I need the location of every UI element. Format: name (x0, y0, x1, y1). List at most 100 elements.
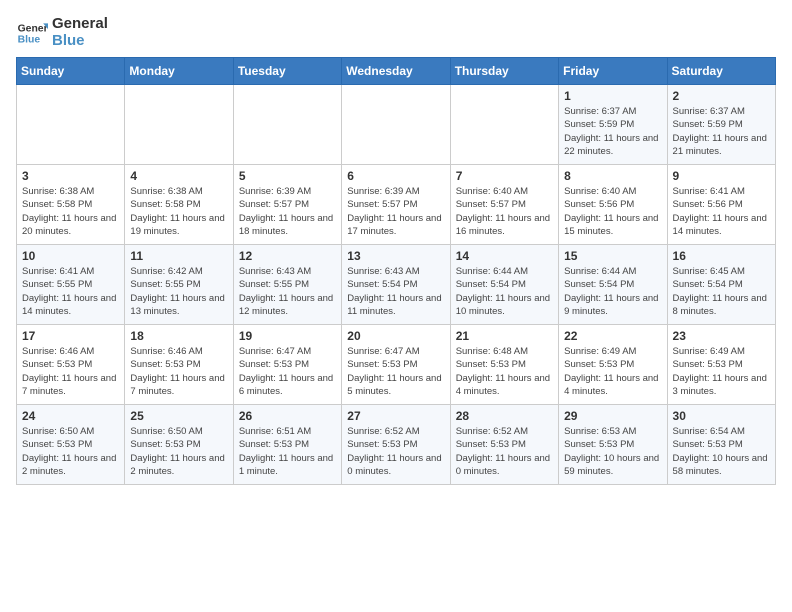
calendar-cell: 15 Sunrise: 6:44 AM Sunset: 5:54 PM Dayli… (559, 245, 667, 325)
day-number: 15 (564, 249, 661, 263)
day-info: Sunrise: 6:37 AM Sunset: 5:59 PM Dayligh… (673, 105, 770, 158)
day-number: 6 (347, 169, 444, 183)
logo-general: General (52, 16, 108, 33)
calendar-table: SundayMondayTuesdayWednesdayThursdayFrid… (16, 57, 776, 485)
calendar-cell: 25 Sunrise: 6:50 AM Sunset: 5:53 PM Dayli… (125, 405, 233, 485)
day-number: 17 (22, 329, 119, 343)
day-info: Sunrise: 6:42 AM Sunset: 5:55 PM Dayligh… (130, 265, 227, 318)
svg-text:Blue: Blue (18, 34, 41, 45)
day-info: Sunrise: 6:40 AM Sunset: 5:57 PM Dayligh… (456, 185, 553, 238)
calendar-cell: 2 Sunrise: 6:37 AM Sunset: 5:59 PM Daylig… (667, 85, 775, 165)
day-info: Sunrise: 6:51 AM Sunset: 5:53 PM Dayligh… (239, 425, 336, 478)
day-number: 23 (673, 329, 770, 343)
day-info: Sunrise: 6:37 AM Sunset: 5:59 PM Dayligh… (564, 105, 661, 158)
calendar-cell: 23 Sunrise: 6:49 AM Sunset: 5:53 PM Dayli… (667, 325, 775, 405)
day-number: 13 (347, 249, 444, 263)
day-info: Sunrise: 6:47 AM Sunset: 5:53 PM Dayligh… (239, 345, 336, 398)
day-number: 22 (564, 329, 661, 343)
calendar-cell: 29 Sunrise: 6:53 AM Sunset: 5:53 PM Dayli… (559, 405, 667, 485)
svg-text:General: General (18, 23, 48, 34)
calendar-cell: 26 Sunrise: 6:51 AM Sunset: 5:53 PM Dayli… (233, 405, 341, 485)
calendar-cell: 19 Sunrise: 6:47 AM Sunset: 5:53 PM Dayli… (233, 325, 341, 405)
day-info: Sunrise: 6:43 AM Sunset: 5:55 PM Dayligh… (239, 265, 336, 318)
calendar-cell: 20 Sunrise: 6:47 AM Sunset: 5:53 PM Dayli… (342, 325, 450, 405)
day-number: 28 (456, 409, 553, 423)
calendar-header-row: SundayMondayTuesdayWednesdayThursdayFrid… (17, 58, 776, 85)
calendar-cell: 6 Sunrise: 6:39 AM Sunset: 5:57 PM Daylig… (342, 165, 450, 245)
calendar-cell: 4Sunrise: 6:38 AM Sunset: 5:58 PM Daylig… (125, 165, 233, 245)
page-header: General Blue General Blue (16, 16, 776, 49)
day-info: Sunrise: 6:38 AM Sunset: 5:58 PM Dayligh… (22, 185, 119, 238)
calendar-cell: 27 Sunrise: 6:52 AM Sunset: 5:53 PM Dayli… (342, 405, 450, 485)
calendar-week-4: 17 Sunrise: 6:46 AM Sunset: 5:53 PM Dayli… (17, 325, 776, 405)
day-number: 27 (347, 409, 444, 423)
weekday-header-sunday: Sunday (17, 58, 125, 85)
day-info: Sunrise: 6:53 AM Sunset: 5:53 PM Dayligh… (564, 425, 661, 478)
day-number: 9 (673, 169, 770, 183)
calendar-cell (233, 85, 341, 165)
calendar-cell: 13Sunrise: 6:43 AM Sunset: 5:54 PM Dayli… (342, 245, 450, 325)
day-info: Sunrise: 6:52 AM Sunset: 5:53 PM Dayligh… (347, 425, 444, 478)
day-info: Sunrise: 6:39 AM Sunset: 5:57 PM Dayligh… (347, 185, 444, 238)
day-number: 16 (673, 249, 770, 263)
calendar-cell: 5Sunrise: 6:39 AM Sunset: 5:57 PM Daylig… (233, 165, 341, 245)
calendar-cell: 21 Sunrise: 6:48 AM Sunset: 5:53 PM Dayli… (450, 325, 558, 405)
day-number: 24 (22, 409, 119, 423)
day-number: 25 (130, 409, 227, 423)
weekday-header-wednesday: Wednesday (342, 58, 450, 85)
day-number: 14 (456, 249, 553, 263)
day-info: Sunrise: 6:46 AM Sunset: 5:53 PM Dayligh… (22, 345, 119, 398)
day-number: 29 (564, 409, 661, 423)
day-number: 19 (239, 329, 336, 343)
calendar-week-5: 24 Sunrise: 6:50 AM Sunset: 5:53 PM Dayli… (17, 405, 776, 485)
day-info: Sunrise: 6:38 AM Sunset: 5:58 PM Dayligh… (130, 185, 227, 238)
calendar-cell (17, 85, 125, 165)
day-info: Sunrise: 6:45 AM Sunset: 5:54 PM Dayligh… (673, 265, 770, 318)
day-number: 10 (22, 249, 119, 263)
weekday-header-thursday: Thursday (450, 58, 558, 85)
calendar-cell: 9 Sunrise: 6:41 AM Sunset: 5:56 PM Daylig… (667, 165, 775, 245)
day-info: Sunrise: 6:47 AM Sunset: 5:53 PM Dayligh… (347, 345, 444, 398)
calendar-cell: 3 Sunrise: 6:38 AM Sunset: 5:58 PM Daylig… (17, 165, 125, 245)
calendar-cell: 30Sunrise: 6:54 AM Sunset: 5:53 PM Dayli… (667, 405, 775, 485)
calendar-cell: 8Sunrise: 6:40 AM Sunset: 5:56 PM Daylig… (559, 165, 667, 245)
weekday-header-monday: Monday (125, 58, 233, 85)
day-number: 1 (564, 89, 661, 103)
calendar-cell: 28 Sunrise: 6:52 AM Sunset: 5:53 PM Dayli… (450, 405, 558, 485)
day-number: 18 (130, 329, 227, 343)
calendar-cell: 11 Sunrise: 6:42 AM Sunset: 5:55 PM Dayli… (125, 245, 233, 325)
calendar-week-2: 3 Sunrise: 6:38 AM Sunset: 5:58 PM Daylig… (17, 165, 776, 245)
day-info: Sunrise: 6:44 AM Sunset: 5:54 PM Dayligh… (456, 265, 553, 318)
calendar-cell: 14 Sunrise: 6:44 AM Sunset: 5:54 PM Dayli… (450, 245, 558, 325)
calendar-week-3: 10 Sunrise: 6:41 AM Sunset: 5:55 PM Dayli… (17, 245, 776, 325)
day-info: Sunrise: 6:41 AM Sunset: 5:55 PM Dayligh… (22, 265, 119, 318)
day-number: 3 (22, 169, 119, 183)
day-number: 11 (130, 249, 227, 263)
calendar-cell: 18 Sunrise: 6:46 AM Sunset: 5:53 PM Dayli… (125, 325, 233, 405)
calendar-cell (450, 85, 558, 165)
day-number: 2 (673, 89, 770, 103)
calendar-cell: 10 Sunrise: 6:41 AM Sunset: 5:55 PM Dayli… (17, 245, 125, 325)
day-info: Sunrise: 6:41 AM Sunset: 5:56 PM Dayligh… (673, 185, 770, 238)
day-info: Sunrise: 6:39 AM Sunset: 5:57 PM Dayligh… (239, 185, 336, 238)
day-info: Sunrise: 6:52 AM Sunset: 5:53 PM Dayligh… (456, 425, 553, 478)
calendar-body: 1 Sunrise: 6:37 AM Sunset: 5:59 PM Daylig… (17, 85, 776, 485)
day-number: 20 (347, 329, 444, 343)
weekday-header-saturday: Saturday (667, 58, 775, 85)
calendar-cell (125, 85, 233, 165)
day-info: Sunrise: 6:46 AM Sunset: 5:53 PM Dayligh… (130, 345, 227, 398)
day-number: 26 (239, 409, 336, 423)
day-number: 21 (456, 329, 553, 343)
day-info: Sunrise: 6:44 AM Sunset: 5:54 PM Dayligh… (564, 265, 661, 318)
calendar-cell: 1 Sunrise: 6:37 AM Sunset: 5:59 PM Daylig… (559, 85, 667, 165)
day-number: 7 (456, 169, 553, 183)
weekday-header-tuesday: Tuesday (233, 58, 341, 85)
day-info: Sunrise: 6:50 AM Sunset: 5:53 PM Dayligh… (130, 425, 227, 478)
day-info: Sunrise: 6:48 AM Sunset: 5:53 PM Dayligh… (456, 345, 553, 398)
day-info: Sunrise: 6:50 AM Sunset: 5:53 PM Dayligh… (22, 425, 119, 478)
calendar-cell (342, 85, 450, 165)
calendar-cell: 12Sunrise: 6:43 AM Sunset: 5:55 PM Dayli… (233, 245, 341, 325)
day-info: Sunrise: 6:54 AM Sunset: 5:53 PM Dayligh… (673, 425, 770, 478)
day-info: Sunrise: 6:49 AM Sunset: 5:53 PM Dayligh… (673, 345, 770, 398)
calendar-week-1: 1 Sunrise: 6:37 AM Sunset: 5:59 PM Daylig… (17, 85, 776, 165)
